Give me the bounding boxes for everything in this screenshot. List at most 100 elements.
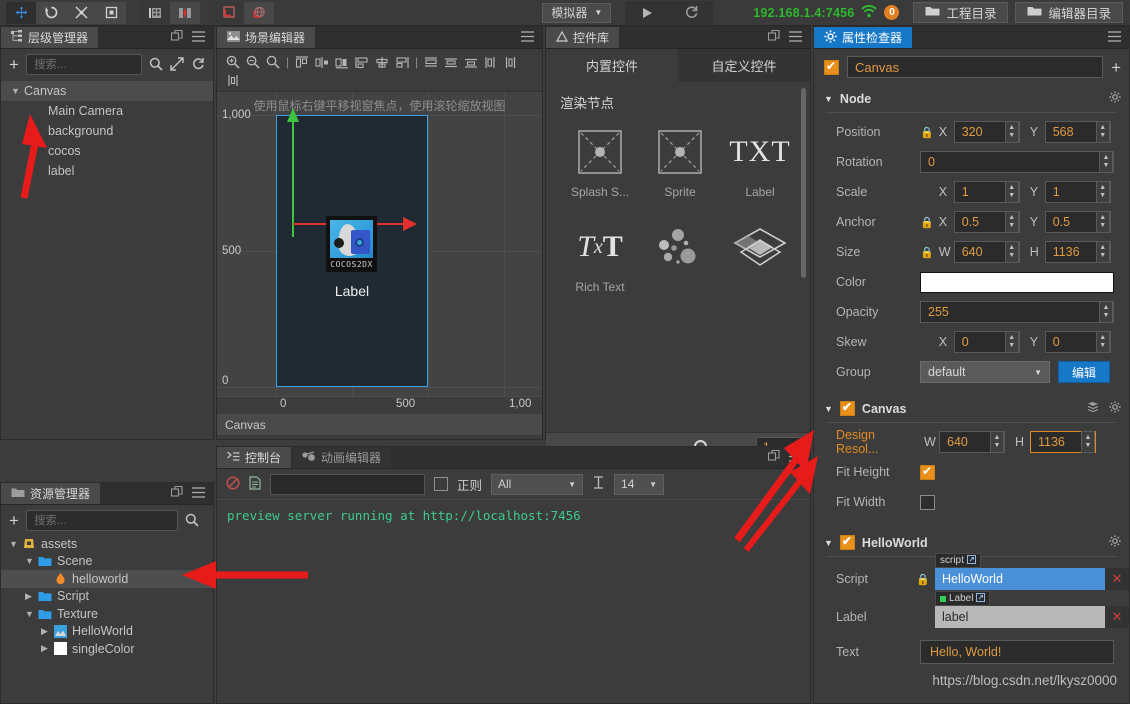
design-resolution-w-stepper[interactable]: ▲ ▼ <box>990 431 1004 453</box>
hierarchy-item-label[interactable]: ▼label <box>1 161 213 181</box>
local-coord-tool-button[interactable] <box>214 1 244 24</box>
scale-y-input[interactable]: 1 ▲ ▼ <box>1044 181 1111 203</box>
label-reference-field[interactable]: label <box>935 606 1105 628</box>
project-dir-button[interactable]: 工程目录 <box>913 2 1009 23</box>
anchor-x-stepper[interactable]: ▲ ▼ <box>1004 211 1019 233</box>
widget-item-splash-sprite[interactable]: Splash S... <box>560 126 640 199</box>
section-header-helloworld[interactable]: ▼ HelloWorld <box>814 529 1129 556</box>
tab-asset-manager[interactable]: 资源管理器 <box>1 483 102 504</box>
color-swatch[interactable] <box>920 271 1114 293</box>
helloworld-enabled-checkbox[interactable] <box>839 534 855 550</box>
file-icon[interactable] <box>249 475 261 493</box>
distribute-bottom-icon[interactable] <box>223 71 243 89</box>
section-header-node[interactable]: ▼ Node <box>814 85 1129 112</box>
menu-icon[interactable] <box>521 30 534 45</box>
scale-x-stepper[interactable]: ▲ ▼ <box>1004 181 1019 203</box>
console-search-input[interactable] <box>270 473 425 495</box>
grid-tool-button[interactable] <box>140 1 170 24</box>
fit-height-checkbox[interactable] <box>920 464 935 480</box>
skew-y-stepper[interactable]: ▲ ▼ <box>1095 331 1110 353</box>
design-resolution-h-stepper[interactable]: ▲ ▼ <box>1081 431 1095 453</box>
hierarchy-item-cocos[interactable]: ▼cocos <box>1 141 213 161</box>
popout-icon[interactable] <box>767 29 780 45</box>
expand-arrow-icon[interactable]: ▶ <box>25 591 38 602</box>
scale-tool-button[interactable] <box>66 1 96 24</box>
position-y-stepper[interactable]: ▲ ▼ <box>1095 121 1110 143</box>
tab-animation-editor[interactable]: 动画编辑器 <box>292 447 393 468</box>
distribute-right-icon[interactable] <box>461 53 481 71</box>
hierarchy-item-background[interactable]: ▼background <box>1 121 213 141</box>
lock-icon[interactable]: 🔒 <box>920 216 934 229</box>
scale-y-stepper[interactable]: ▲ ▼ <box>1095 181 1110 203</box>
popout-icon[interactable] <box>170 485 183 501</box>
rect-tool-button[interactable] <box>96 1 126 24</box>
menu-icon[interactable] <box>1108 30 1121 45</box>
external-link-icon[interactable] <box>976 592 986 605</box>
expand-arrow-icon[interactable]: ▶ <box>41 626 54 637</box>
popout-icon[interactable] <box>767 449 780 465</box>
menu-icon[interactable] <box>789 30 802 45</box>
size-h-stepper[interactable]: ▲ ▼ <box>1095 241 1110 263</box>
widget-scrollbar[interactable] <box>801 88 806 278</box>
simulator-dropdown[interactable]: 模拟器 ▼ <box>542 2 612 23</box>
play-button[interactable] <box>625 0 670 25</box>
hierarchy-item-main-camera[interactable]: ▼Main Camera <box>1 101 213 121</box>
widget-item-particle[interactable] <box>640 221 720 294</box>
lock-icon[interactable]: 🔒 <box>920 246 934 259</box>
cocos-sprite[interactable]: COCOS2DX <box>326 216 377 272</box>
design-resolution-h-input[interactable]: 1136 ▲ ▼ <box>1030 431 1096 453</box>
rotation-stepper[interactable]: ▲ ▼ <box>1099 151 1113 173</box>
align-right-icon[interactable] <box>332 53 352 71</box>
align-bottom-icon[interactable] <box>392 53 412 71</box>
font-size-icon[interactable] <box>592 476 605 492</box>
zoom-fit-icon[interactable] <box>263 53 283 71</box>
log-level-select[interactable]: All ▼ <box>491 473 584 495</box>
script-clear-button[interactable]: ✕ <box>1105 568 1129 590</box>
add-asset-button[interactable]: + <box>9 512 19 529</box>
asset-item-assets[interactable]: ▼ assets <box>1 535 213 553</box>
popout-icon[interactable] <box>170 29 183 45</box>
tab-custom-widgets[interactable]: 自定义控件 <box>678 49 810 82</box>
move-tool-button[interactable] <box>6 1 36 24</box>
distribute-middle-icon[interactable] <box>501 53 521 71</box>
tab-console[interactable]: 控制台 <box>217 447 293 468</box>
refresh-icon[interactable] <box>191 57 205 71</box>
fit-width-checkbox[interactable] <box>920 494 935 510</box>
distribute-center-icon[interactable] <box>441 53 461 71</box>
editor-dir-button[interactable]: 编辑器目录 <box>1015 2 1123 23</box>
gear-icon[interactable] <box>1109 535 1121 550</box>
rotation-input[interactable]: 0 ▲ ▼ <box>920 151 1114 173</box>
font-size-select[interactable]: 14 ▼ <box>614 473 665 495</box>
expand-arrow-icon[interactable]: ▼ <box>25 609 38 619</box>
node-enabled-checkbox[interactable] <box>824 59 839 75</box>
global-coord-tool-button[interactable] <box>244 1 274 24</box>
hierarchy-search-input[interactable]: 搜索... <box>25 53 142 75</box>
rotate-tool-button[interactable] <box>36 1 66 24</box>
expand-icon[interactable] <box>170 57 184 71</box>
zoom-in-icon[interactable] <box>223 53 243 71</box>
regex-checkbox[interactable] <box>434 477 448 491</box>
skew-x-stepper[interactable]: ▲ ▼ <box>1004 331 1019 353</box>
anchor-y-input[interactable]: 0.5 ▲ ▼ <box>1044 211 1111 233</box>
align-middle-icon[interactable] <box>372 53 392 71</box>
expand-arrow-icon[interactable]: ▼ <box>11 86 24 96</box>
position-x-input[interactable]: 320 ▲ ▼ <box>953 121 1020 143</box>
expand-arrow-icon[interactable]: ▼ <box>9 539 22 549</box>
size-w-input[interactable]: 640 ▲ ▼ <box>953 241 1020 263</box>
add-component-button[interactable]: + <box>1111 59 1121 76</box>
widget-item-sprite[interactable]: Sprite <box>640 126 720 199</box>
asset-item-texture[interactable]: ▼ Texture <box>1 605 213 623</box>
menu-icon[interactable] <box>192 30 205 45</box>
skew-x-input[interactable]: 0 ▲ ▼ <box>953 331 1020 353</box>
tab-hierarchy[interactable]: 层级管理器 <box>1 27 100 48</box>
opacity-input[interactable]: 255 ▲ ▼ <box>920 301 1114 323</box>
widget-item-label[interactable]: TXT Label <box>720 126 800 199</box>
gear-icon[interactable] <box>1109 401 1121 416</box>
size-h-input[interactable]: 1136 ▲ ▼ <box>1044 241 1111 263</box>
section-header-canvas[interactable]: ▼ Canvas <box>814 395 1129 422</box>
snap-tool-button[interactable] <box>170 1 200 24</box>
search-icon[interactable] <box>185 513 199 527</box>
distribute-top-icon[interactable] <box>481 53 501 71</box>
text-input[interactable]: Hello, World! <box>920 640 1114 664</box>
external-link-icon[interactable] <box>966 554 976 567</box>
